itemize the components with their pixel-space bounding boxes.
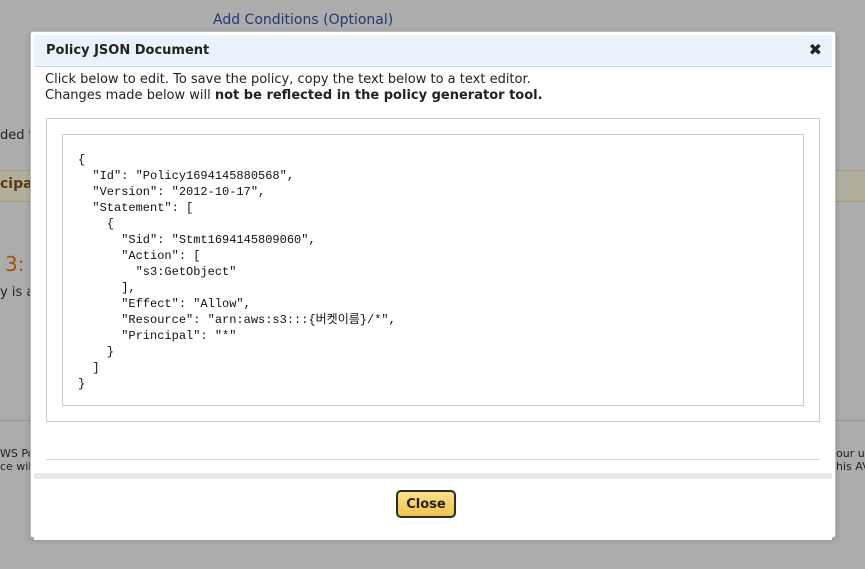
dialog-divider — [46, 459, 820, 460]
dialog-title: Policy JSON Document — [46, 43, 210, 58]
close-icon[interactable]: ✖ — [809, 41, 822, 59]
close-button[interactable]: Close — [396, 490, 456, 518]
instructions-line-1: Click below to edit. To save the policy,… — [45, 72, 531, 87]
instructions-line-2: Changes made below will not be reflected… — [45, 88, 543, 104]
policy-editor-frame: { "Id": "Policy1694145880568", "Version"… — [46, 118, 820, 422]
dialog-footer: Close — [34, 473, 832, 540]
policy-json-dialog: Policy JSON Document ✖ Click below to ed… — [30, 31, 836, 540]
dialog-instructions: Click below to edit. To save the policy,… — [45, 72, 543, 104]
dialog-header: Policy JSON Document ✖ — [34, 35, 832, 67]
policy-json-text[interactable]: { "Id": "Policy1694145880568", "Version"… — [78, 152, 396, 392]
instructions-warning: not be reflected in the policy generator… — [214, 88, 543, 103]
instructions-line-2-prefix: Changes made below will — [45, 88, 215, 103]
policy-json-editor[interactable]: { "Id": "Policy1694145880568", "Version"… — [62, 134, 804, 406]
